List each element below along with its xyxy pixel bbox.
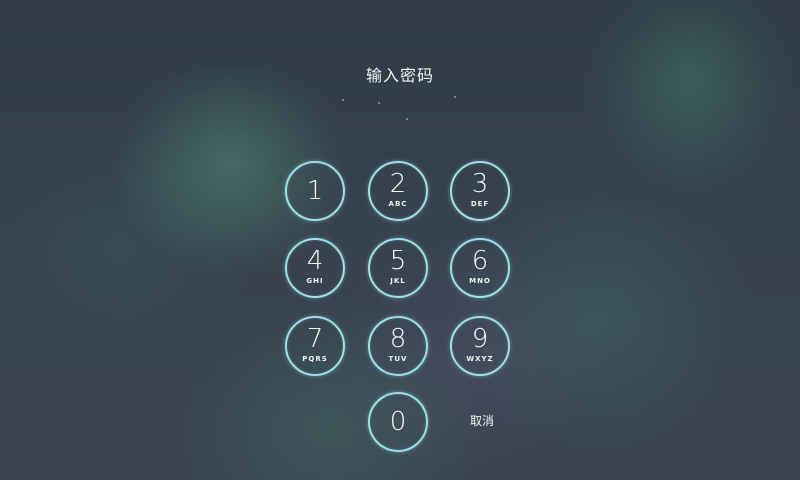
key-5-letters: JKL — [390, 277, 406, 285]
key-8[interactable]: 8 TUV — [368, 316, 428, 376]
indicator-dot — [406, 118, 408, 120]
key-2[interactable]: 2 ABC — [368, 161, 428, 221]
key-4-digit: 4 — [306, 246, 324, 276]
key-0[interactable]: 0 — [368, 392, 428, 452]
key-9-digit: 9 — [471, 324, 489, 354]
enter-passcode-title: 输入密码 — [365, 66, 434, 85]
key-1[interactable]: 1 — [285, 161, 345, 221]
key-5[interactable]: 5 JKL — [368, 238, 428, 298]
cancel-button[interactable]: 取消 — [450, 412, 514, 429]
key-6[interactable]: 6 MNO — [450, 238, 510, 298]
key-9[interactable]: 9 WXYZ — [450, 316, 510, 376]
key-0-digit: 0 — [389, 407, 407, 437]
indicator-dot — [454, 96, 456, 98]
key-4[interactable]: 4 GHI — [285, 238, 345, 298]
key-7-letters: PQRS — [302, 355, 328, 363]
key-6-letters: MNO — [469, 277, 491, 285]
key-1-digit: 1 — [306, 176, 324, 206]
key-8-letters: TUV — [388, 355, 408, 363]
key-9-letters: WXYZ — [466, 355, 494, 363]
key-2-letters: ABC — [388, 200, 408, 208]
key-5-digit: 5 — [389, 246, 407, 276]
key-8-digit: 8 — [389, 324, 407, 354]
key-3-letters: DEF — [470, 200, 490, 208]
key-7[interactable]: 7 PQRS — [285, 316, 345, 376]
key-3-digit: 3 — [471, 169, 489, 199]
key-4-letters: GHI — [306, 277, 324, 285]
key-2-digit: 2 — [389, 169, 407, 199]
indicator-dot — [342, 99, 344, 101]
key-6-digit: 6 — [471, 246, 489, 276]
key-3[interactable]: 3 DEF — [450, 161, 510, 221]
indicator-dot — [378, 102, 380, 104]
passcode-indicator — [330, 96, 470, 126]
key-7-digit: 7 — [306, 324, 324, 354]
